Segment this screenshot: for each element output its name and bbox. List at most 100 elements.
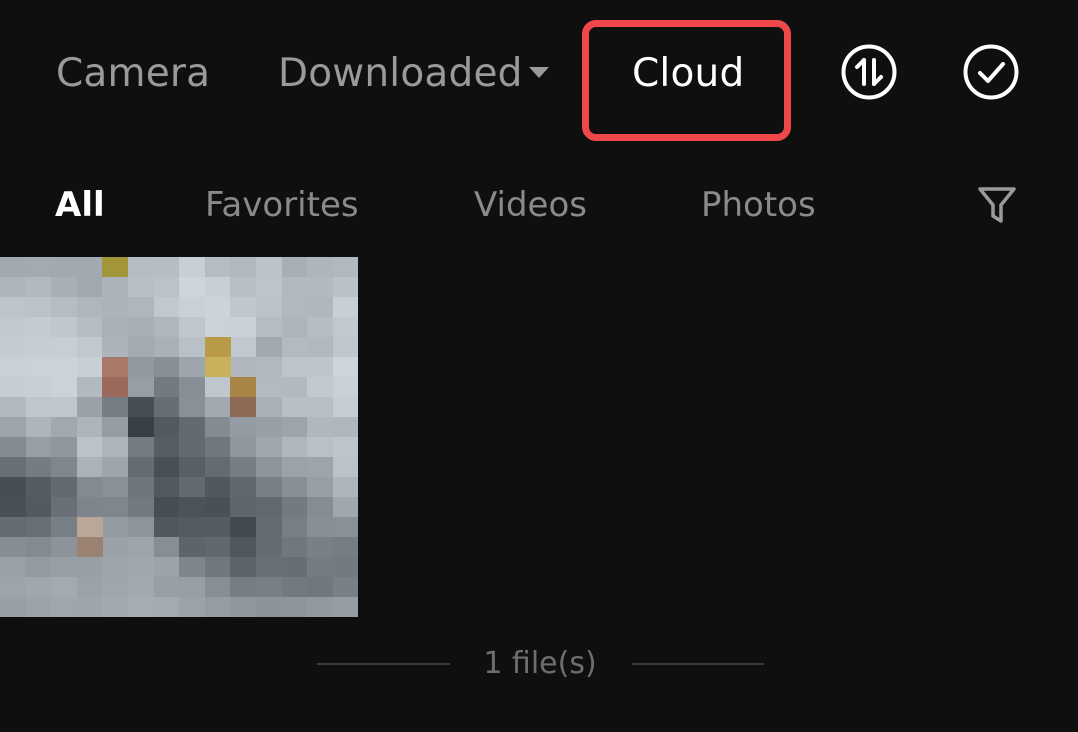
thumbnail-pixel [230, 397, 257, 417]
tab-downloaded[interactable]: Downloaded [278, 46, 549, 102]
thumbnail-pixel [230, 277, 257, 297]
thumbnail-pixel [332, 377, 358, 397]
thumbnail-pixel [102, 317, 129, 337]
thumbnail-pixel [307, 537, 334, 557]
thumbnail-pixel [281, 337, 308, 357]
thumbnail-pixel [51, 357, 78, 377]
select-button[interactable] [962, 43, 1020, 101]
thumbnail-pixel [25, 437, 52, 457]
thumbnail-pixel [179, 377, 206, 397]
thumbnail-pixel [281, 497, 308, 517]
thumbnail-pixel [230, 517, 257, 537]
thumbnail-pixel [153, 417, 180, 437]
thumbnail-pixel [153, 257, 180, 277]
thumbnail-pixel [153, 377, 180, 397]
thumbnail-pixel [0, 297, 26, 317]
thumbnail-pixel [281, 437, 308, 457]
filter-tab-all[interactable]: All [55, 182, 105, 228]
thumbnail-pixel [256, 537, 282, 557]
filter-funnel-icon [978, 187, 1016, 223]
filter-button[interactable] [976, 184, 1018, 226]
thumbnail-pixel [0, 577, 26, 597]
filter-tab-photos[interactable]: Photos [701, 182, 816, 228]
thumbnail-pixel [128, 517, 154, 537]
thumbnail-pixel [25, 317, 52, 337]
thumbnail-pixel [102, 257, 129, 277]
thumbnail-pixel [51, 437, 78, 457]
thumbnail-pixel [307, 417, 334, 437]
thumbnail-pixel [256, 297, 282, 317]
thumbnail-pixel [307, 497, 334, 517]
tab-cloud[interactable]: Cloud [632, 46, 744, 102]
thumbnail-pixel [0, 337, 26, 357]
thumbnail-pixel [204, 537, 231, 557]
photo-thumbnail[interactable] [0, 257, 358, 620]
thumbnail-pixel [25, 257, 52, 277]
thumbnail-pixel [153, 597, 180, 617]
thumbnail-pixel [307, 297, 334, 317]
thumbnail-pixel [51, 397, 78, 417]
thumbnail-pixel [332, 477, 358, 497]
thumbnail-pixel [281, 397, 308, 417]
thumbnail-pixel [307, 477, 334, 497]
thumbnail-pixel [230, 557, 257, 577]
thumbnail-pixel [0, 397, 26, 417]
thumbnail-pixel [281, 517, 308, 537]
thumbnail-pixel [128, 457, 154, 477]
thumbnail-pixel [153, 557, 180, 577]
caret-down-icon[interactable] [528, 67, 549, 78]
thumbnail-pixel [256, 417, 282, 437]
thumbnail-pixel [179, 337, 206, 357]
thumbnail-pixel [281, 537, 308, 557]
thumbnail-pixel [230, 457, 257, 477]
upload-download-sync-icon [841, 44, 897, 100]
thumbnail-pixel [204, 557, 231, 577]
thumbnail-pixel [76, 557, 103, 577]
thumbnail-pixel [51, 557, 78, 577]
thumbnail-pixel [204, 457, 231, 477]
thumbnail-pixel [153, 357, 180, 377]
thumbnail-pixel [230, 417, 257, 437]
thumbnail-pixel [153, 397, 180, 417]
thumbnail-pixel [230, 497, 257, 517]
thumbnail-pixel [179, 437, 206, 457]
thumbnail-pixel [25, 357, 52, 377]
thumbnail-pixel [204, 397, 231, 417]
thumbnail-pixel [76, 257, 103, 277]
thumbnail-pixel [332, 397, 358, 417]
thumbnail-pixel [102, 517, 129, 537]
thumbnail-pixel [76, 277, 103, 297]
thumbnail-pixel [153, 457, 180, 477]
thumbnail-pixel [102, 477, 129, 497]
thumbnail-pixel [332, 437, 358, 457]
sync-button[interactable] [840, 43, 898, 101]
thumbnail-pixel [102, 557, 129, 577]
thumbnail-pixel [256, 277, 282, 297]
thumbnail-pixel [179, 537, 206, 557]
thumbnail-pixel [51, 317, 78, 337]
thumbnail-pixel [230, 437, 257, 457]
thumbnail-pixel [128, 477, 154, 497]
thumbnail-pixel [332, 597, 358, 617]
thumbnail-pixel [256, 597, 282, 617]
filter-tab-favorites[interactable]: Favorites [205, 182, 359, 228]
thumbnail-pixel [25, 597, 52, 617]
thumbnail-pixel [76, 457, 103, 477]
thumbnail-pixel [0, 377, 26, 397]
thumbnail-pixel [102, 417, 129, 437]
tab-camera[interactable]: Camera [56, 46, 210, 102]
thumbnail-pixel [281, 257, 308, 277]
thumbnail-pixel [332, 497, 358, 517]
thumbnail-pixel [332, 277, 358, 297]
thumbnail-pixel [179, 517, 206, 537]
thumbnail-pixel [307, 257, 334, 277]
thumbnail-pixel [51, 297, 78, 317]
thumbnail-pixel [51, 577, 78, 597]
thumbnail-pixel [102, 277, 129, 297]
thumbnail-pixel [153, 497, 180, 517]
filter-tab-videos[interactable]: Videos [474, 182, 587, 228]
thumbnail-pixel [204, 577, 231, 597]
thumbnail-pixel [0, 457, 26, 477]
thumbnail-pixel [25, 577, 52, 597]
thumbnail-pixel [102, 397, 129, 417]
